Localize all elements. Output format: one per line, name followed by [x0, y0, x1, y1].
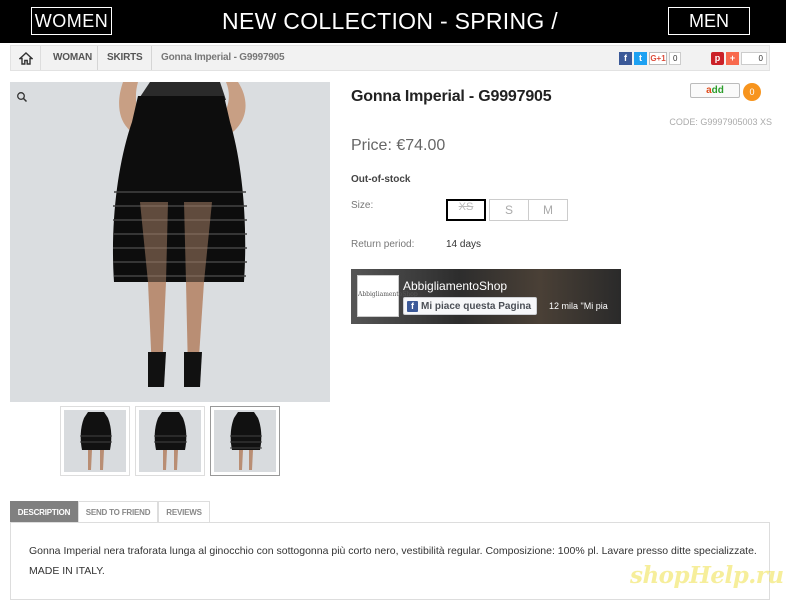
size-option-s[interactable]: S [489, 199, 529, 221]
facebook-like-count: 12 mila "Mi pia [549, 301, 608, 311]
facebook-share-icon[interactable]: f [619, 51, 632, 65]
zoom-icon[interactable] [16, 90, 28, 103]
top-banner: WOMEN NEW COLLECTION - SPRING / SUMMER M… [0, 0, 786, 64]
facebook-icon: f [407, 300, 418, 312]
add-count-badge: 0 [743, 83, 761, 101]
facebook-page-name[interactable]: AbbigliamentoShop [403, 279, 507, 293]
return-period-label: Return period: [351, 239, 415, 250]
share-group-left: f t G+1 0 [619, 51, 682, 65]
men-nav-button[interactable]: MEN [668, 7, 750, 35]
gplus-share-button[interactable]: G+1 [649, 51, 667, 65]
facebook-like-button[interactable]: f Mi piace questa Pagina [403, 297, 538, 315]
size-option-xs[interactable]: XS [446, 199, 486, 221]
home-icon[interactable] [11, 46, 41, 70]
pinterest-share-icon[interactable]: p [711, 51, 724, 65]
product-title: Gonna Imperial - G9997905 [351, 88, 552, 105]
product-code: CODE: G9997905003 XS [669, 117, 772, 127]
breadcrumb: WOMAN SKIRTS Gonna Imperial - G9997905 f… [10, 45, 770, 71]
tab-reviews[interactable]: REVIEWS [158, 501, 210, 523]
size-label: Size: [351, 200, 374, 211]
breadcrumb-current: Gonna Imperial - G9997905 [161, 52, 285, 63]
plus-share-icon[interactable]: + [726, 51, 739, 65]
breadcrumb-woman[interactable]: WOMAN [53, 46, 92, 70]
stock-status: Out-of-stock [351, 174, 411, 185]
gplus-count: 0 [669, 51, 682, 65]
women-nav-button[interactable]: WOMEN [31, 7, 112, 35]
facebook-page-widget[interactable]: AbbigliamentoShop AbbigliamentoShop f Mi… [351, 269, 621, 324]
facebook-like-label: Mi piace questa Pagina [421, 300, 532, 312]
thumbnail-1[interactable] [60, 406, 130, 476]
return-period-value: 14 days [446, 239, 482, 250]
thumbnail-3[interactable] [210, 406, 280, 476]
twitter-share-icon[interactable]: t [634, 51, 647, 65]
tab-description[interactable]: DESCRIPTION [10, 501, 78, 523]
add-label-dd: dd [711, 85, 724, 96]
tab-send-to-friend[interactable]: SEND TO FRIEND [78, 501, 158, 523]
facebook-page-logo[interactable]: AbbigliamentoShop [357, 275, 418, 317]
thumbnail-2[interactable] [135, 406, 205, 476]
size-option-m[interactable]: M [528, 199, 568, 221]
breadcrumb-separator [151, 46, 152, 70]
product-main-image[interactable] [10, 82, 330, 402]
pin-count: 0 [741, 51, 767, 65]
product-price: Price: €74.00 [351, 137, 446, 154]
breadcrumb-skirts[interactable]: SKIRTS [107, 46, 143, 70]
breadcrumb-separator [97, 46, 98, 70]
watermark: shopHelp.ru [630, 562, 784, 589]
add-button[interactable]: add [690, 83, 740, 98]
share-group-right: p + 0 [711, 51, 767, 65]
